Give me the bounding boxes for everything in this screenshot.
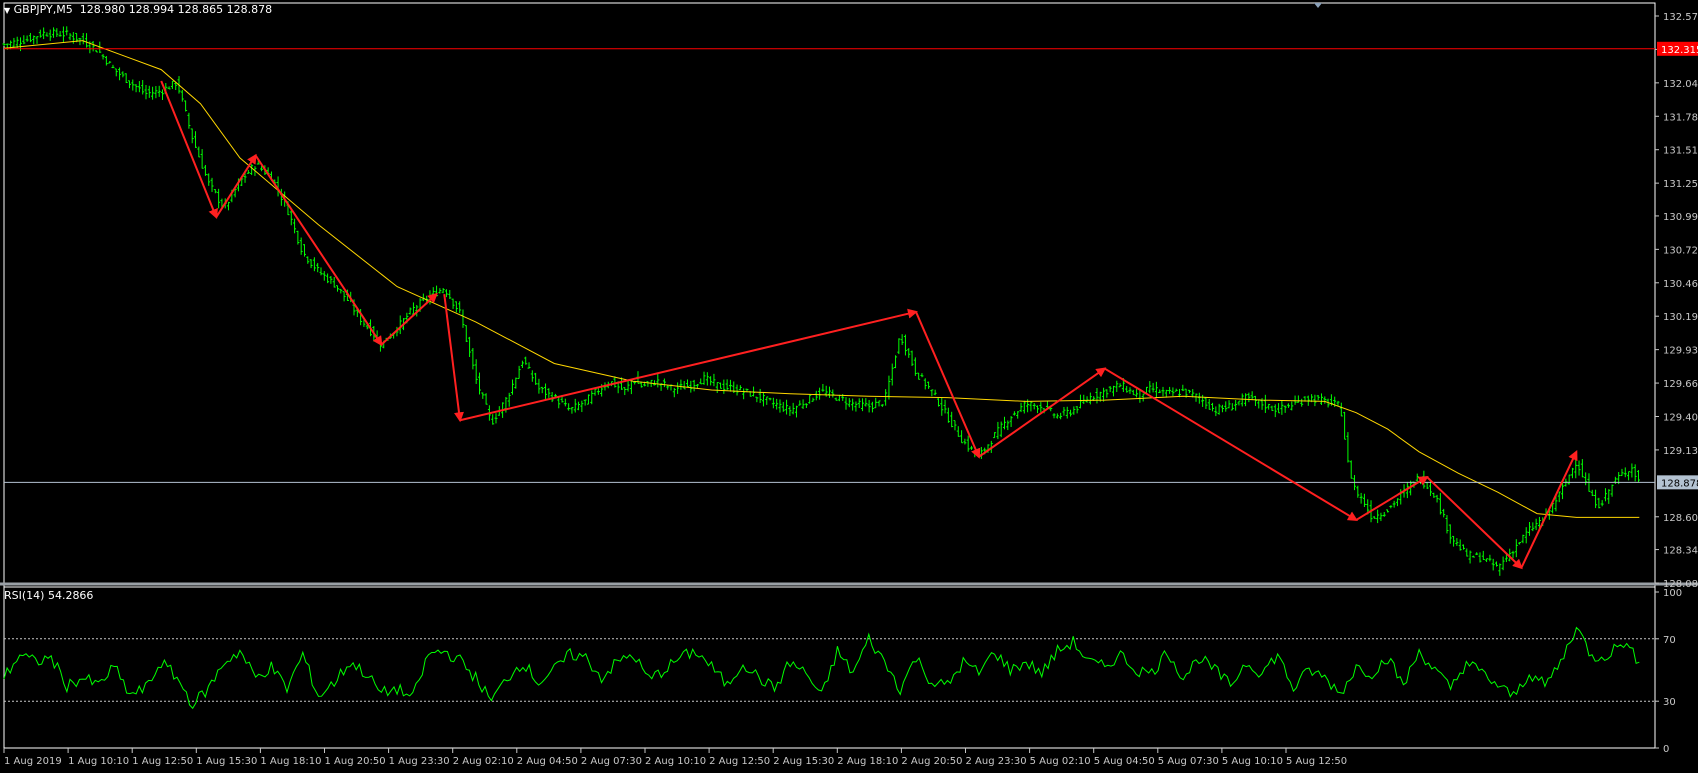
price-tick-label: 131.250 (1663, 179, 1698, 190)
candle-series (2, 26, 1640, 576)
time-tick-label: 1 Aug 15:30 (196, 756, 257, 767)
main-plot-frame (3, 2, 1656, 588)
price-tick-label: 132.575 (1663, 12, 1698, 23)
bid-price-label: 128.878 (1661, 478, 1698, 489)
price-tick-label: 130.460 (1663, 279, 1698, 290)
zigzag-arrow-4 (380, 292, 438, 346)
time-tick-label: 2 Aug 12:50 (709, 756, 770, 767)
time-tick-label: 1 Aug 23:30 (389, 756, 450, 767)
time-tick-label: 5 Aug 04:50 (1094, 756, 1155, 767)
zigzag-arrow-11 (1426, 476, 1523, 570)
rsi-tick-label: 70 (1663, 635, 1676, 646)
rsi-line (3, 626, 1640, 710)
time-tick-label: 2 Aug 23:30 (966, 756, 1027, 767)
zigzag-arrow-9 (1104, 367, 1358, 521)
price-tick-label: 131.780 (1663, 112, 1698, 123)
time-tick-label: 2 Aug 10:10 (645, 756, 706, 767)
mt4-chart-window[interactable]: 132.575132.310132.045131.780131.515131.2… (0, 0, 1698, 773)
chart-header: ▼ GBPJPY,M5 128.980 128.994 128.865 128.… (4, 3, 272, 16)
symbol-title: GBPJPY,M5 (13, 3, 73, 16)
time-tick-label: 2 Aug 04:50 (517, 756, 578, 767)
time-tick-label: 2 Aug 20:50 (901, 756, 962, 767)
moving-average-line (3, 40, 1640, 518)
price-tick-label: 128.605 (1663, 513, 1698, 524)
time-tick-label: 5 Aug 10:10 (1222, 756, 1283, 767)
price-tick-label: 130.725 (1663, 245, 1698, 256)
price-tick-label: 129.665 (1663, 379, 1698, 390)
zigzag-arrow-2 (215, 153, 257, 218)
zigzag-arrow-1 (160, 80, 218, 220)
chart-shift-marker (1314, 3, 1322, 8)
time-tick-label: 2 Aug 02:10 (453, 756, 514, 767)
time-tick-label: 5 Aug 02:10 (1030, 756, 1091, 767)
price-tick-label: 130.195 (1663, 312, 1698, 323)
zigzag-arrow-10 (1355, 476, 1429, 521)
time-tick-label: 1 Aug 10:10 (68, 756, 129, 767)
zigzag-arrow-3 (254, 154, 383, 347)
rsi-label: RSI(14) 54.2866 (4, 589, 94, 602)
rsi-header: RSI(14) 54.2866 (4, 589, 93, 602)
time-tick-label: 1 Aug 20:50 (325, 756, 386, 767)
zigzag-arrow-5 (443, 294, 464, 423)
time-tick-label: 2 Aug 15:30 (773, 756, 834, 767)
time-tick-label: 5 Aug 12:50 (1286, 756, 1347, 767)
dropdown-arrow-icon[interactable]: ▼ (4, 6, 10, 15)
resistance-price-label: 132.315 (1661, 45, 1698, 56)
price-tick-label: 132.045 (1663, 79, 1698, 90)
price-tick-label: 129.930 (1663, 346, 1698, 357)
price-tick-label: 129.135 (1663, 446, 1698, 457)
rsi-tick-label: 100 (1663, 588, 1682, 599)
rsi-tick-label: 0 (1663, 744, 1669, 755)
chart-canvas[interactable]: 132.575132.310132.045131.780131.515131.2… (0, 0, 1698, 773)
zigzag-arrow-8 (978, 367, 1107, 458)
time-tick-label: 2 Aug 07:30 (581, 756, 642, 767)
time-tick-label: 2 Aug 18:10 (837, 756, 898, 767)
price-tick-label: 129.400 (1663, 412, 1698, 423)
time-tick-label: 1 Aug 12:50 (132, 756, 193, 767)
price-tick-label: 131.515 (1663, 146, 1698, 157)
rsi-tick-label: 30 (1663, 697, 1676, 708)
price-tick-label: 130.990 (1663, 212, 1698, 223)
time-tick-label: 1 Aug 2019 (4, 756, 62, 767)
time-tick-label: 5 Aug 07:30 (1158, 756, 1219, 767)
ohlc-values: 128.980 128.994 128.865 128.878 (79, 3, 273, 16)
time-tick-label: 1 Aug 18:10 (260, 756, 321, 767)
zigzag-arrow-6 (459, 308, 918, 422)
price-tick-label: 128.345 (1663, 546, 1698, 557)
